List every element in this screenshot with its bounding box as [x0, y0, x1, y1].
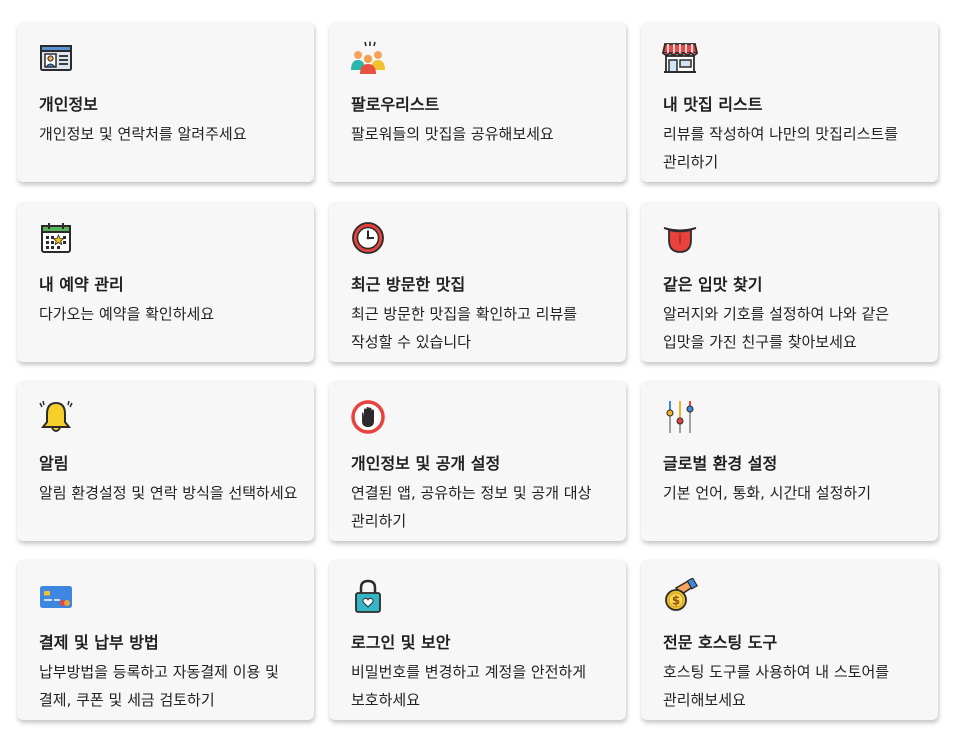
card-title: 팔로우리스트 — [351, 95, 440, 114]
id-card-icon — [38, 40, 74, 76]
card-personal-info[interactable]: 개인정보 개인정보 및 연락처를 알려주세요 — [17, 22, 314, 182]
card-recent-visits[interactable]: 최근 방문한 맛집 최근 방문한 맛집을 확인하고 리뷰를 작성할 수 있습니다 — [329, 202, 626, 362]
card-description: 개인정보 및 연락처를 알려주세요 — [39, 125, 247, 143]
card-title: 전문 호스팅 도구 — [663, 633, 778, 652]
hand-coin-icon: $ — [662, 578, 698, 614]
card-title: 결제 및 납부 방법 — [39, 633, 159, 652]
card-title: 같은 입맛 찾기 — [663, 275, 763, 294]
card-description: 기본 언어, 통화, 시간대 설정하기 — [663, 484, 872, 502]
card-description: 팔로워들의 맛집을 공유해보세요 — [351, 125, 554, 143]
card-description: 다가오는 예약을 확인하세요 — [39, 305, 215, 323]
card-title: 내 예약 관리 — [39, 275, 124, 294]
card-title: 로그인 및 보안 — [351, 633, 451, 652]
card-description: 최근 방문한 맛집을 확인하고 리뷰를 작성할 수 있습니다 — [351, 305, 578, 351]
calendar-icon — [38, 220, 74, 256]
store-icon — [662, 40, 698, 76]
card-description: 비밀번호를 변경하고 계정을 안전하게 보호하세요 — [351, 663, 587, 709]
card-payment-methods[interactable]: 결제 및 납부 방법 납부방법을 등록하고 자동결제 이용 및 결제, 쿠폰 및… — [17, 560, 314, 720]
card-privacy-settings[interactable]: 개인정보 및 공개 설정 연결된 앱, 공유하는 정보 및 공개 대상 관리하기 — [329, 381, 626, 541]
card-title: 내 맛집 리스트 — [663, 95, 763, 114]
stop-hand-icon — [350, 399, 386, 435]
card-title: 글로벌 환경 설정 — [663, 454, 778, 473]
card-title: 개인정보 — [39, 95, 98, 114]
card-notifications[interactable]: 알림 알림 환경설정 및 연락 방식을 선택하세요 — [17, 381, 314, 541]
card-description: 알림 환경설정 및 연락 방식을 선택하세요 — [39, 484, 298, 502]
card-description: 알러지와 기호를 설정하여 나와 같은 입맛을 가진 친구를 찾아보세요 — [663, 305, 890, 351]
card-title: 최근 방문한 맛집 — [351, 275, 466, 294]
svg-text:$: $ — [672, 594, 680, 608]
card-taste-match[interactable]: 같은 입맛 찾기 알러지와 기호를 설정하여 나와 같은 입맛을 가진 친구를 … — [641, 202, 938, 362]
card-hosting-tools[interactable]: $ 전문 호스팅 도구 호스팅 도구를 사용하여 내 스토어를 관리해보세요 — [641, 560, 938, 720]
card-description: 연결된 앱, 공유하는 정보 및 공개 대상 관리하기 — [351, 484, 592, 530]
card-login-security[interactable]: 로그인 및 보안 비밀번호를 변경하고 계정을 안전하게 보호하세요 — [329, 560, 626, 720]
card-follow-list[interactable]: 팔로우리스트 팔로워들의 맛집을 공유해보세요 — [329, 22, 626, 182]
credit-card-icon — [38, 578, 74, 614]
card-my-restaurants[interactable]: 내 맛집 리스트 리뷰를 작성하여 나만의 맛집리스트를 관리하기 — [641, 22, 938, 182]
card-reservations[interactable]: 내 예약 관리 다가오는 예약을 확인하세요 — [17, 202, 314, 362]
card-title: 개인정보 및 공개 설정 — [351, 454, 501, 473]
tongue-icon — [662, 220, 698, 256]
card-title: 알림 — [39, 454, 69, 473]
sliders-icon — [662, 399, 698, 435]
card-description: 호스팅 도구를 사용하여 내 스토어를 관리해보세요 — [663, 663, 890, 709]
card-description: 납부방법을 등록하고 자동결제 이용 및 결제, 쿠폰 및 세금 검토하기 — [39, 663, 279, 709]
bell-icon — [38, 399, 74, 435]
padlock-icon — [350, 578, 386, 614]
card-global-settings[interactable]: 글로벌 환경 설정 기본 언어, 통화, 시간대 설정하기 — [641, 381, 938, 541]
clock-icon — [350, 220, 386, 256]
people-group-icon — [350, 40, 386, 76]
card-description: 리뷰를 작성하여 나만의 맛집리스트를 관리하기 — [663, 125, 899, 171]
settings-grid: 개인정보 개인정보 및 연락처를 알려주세요 팔로우리스트 팔로워들의 맛집을 … — [0, 0, 968, 751]
